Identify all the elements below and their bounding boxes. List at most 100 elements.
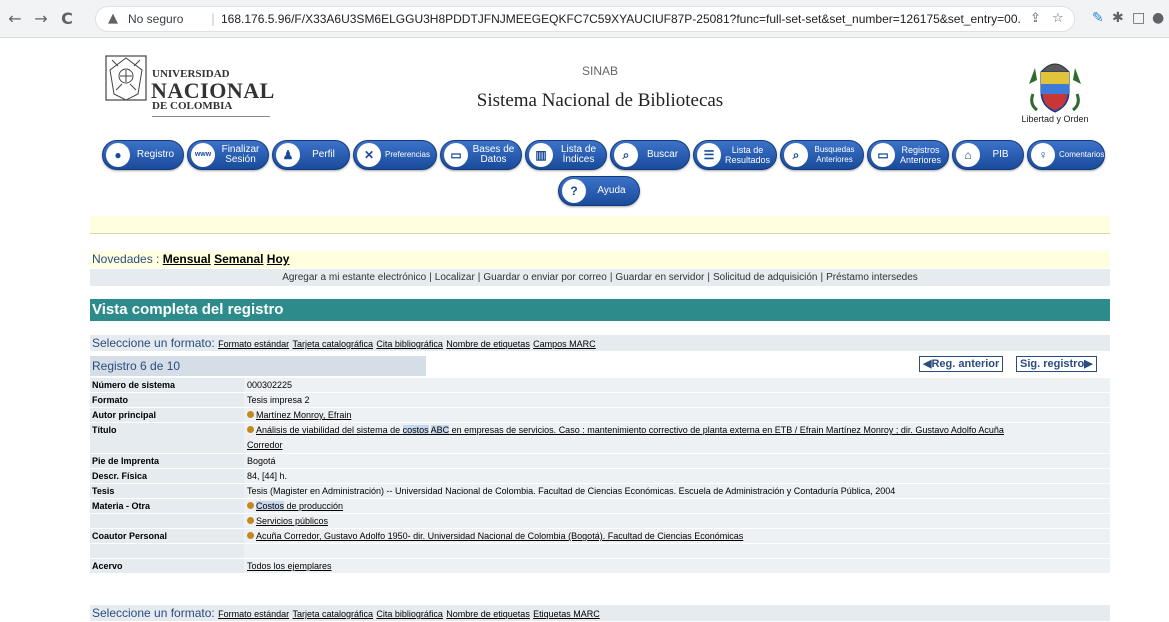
bases-de-datos-button[interactable]: ▭ Bases de Datos <box>440 140 522 170</box>
forward-icon[interactable]: → <box>32 10 50 28</box>
help-icon: ? <box>562 179 586 203</box>
field-value: Servicios públicos <box>247 514 1110 528</box>
format-cita-link[interactable]: Cita bibliográfica <box>376 609 443 619</box>
comentarios-button[interactable]: ♀ Comentarios <box>1027 140 1105 170</box>
format-label: Seleccione un formato: <box>92 336 215 350</box>
materia-part: de producción <box>284 501 344 511</box>
feather-icon[interactable]: ✎ <box>1092 10 1104 26</box>
field-label: Acervo <box>90 559 244 573</box>
registros-anteriores-button[interactable]: ▭ Registros Anteriores <box>867 140 949 170</box>
search-icon: ⌕ <box>614 143 638 167</box>
action-localizar[interactable]: Localizar <box>435 272 475 283</box>
bullet-icon <box>247 411 254 418</box>
action-solicitud-adquisicion[interactable]: Solicitud de adquisición <box>713 272 818 283</box>
back-icon[interactable]: ← <box>6 10 24 28</box>
actions-bar: Agregar a mi estante electrónico | Localiz… <box>90 269 1110 286</box>
reload-icon[interactable]: C <box>58 10 76 28</box>
sidepanel-icon[interactable]: □ <box>1132 10 1145 26</box>
format-selector-bottom: Seleccione un formato: Formato estándar … <box>90 605 1110 621</box>
autor-link[interactable]: Martínez Monroy, Efrain <box>256 410 351 420</box>
registro-button[interactable]: ● Registro <box>102 140 184 170</box>
busquedas-anteriores-button[interactable]: ⌕ Busquedas Anteriores <box>780 140 864 170</box>
novedades-semanal-link[interactable]: Semanal <box>214 252 263 266</box>
novedades-mensual-link[interactable]: Mensual <box>163 252 211 266</box>
table-row: Servicios públicos <box>90 514 1110 529</box>
ayuda-button[interactable]: ? Ayuda <box>558 176 640 206</box>
format-marc-link[interactable]: Etiquetas MARC <box>533 609 600 619</box>
profile-icon[interactable]: ● <box>1152 10 1164 26</box>
field-label: Formato <box>90 393 244 407</box>
prev-record-button[interactable]: ◀Reg. anterior <box>919 356 1004 372</box>
button-label: Buscar <box>646 149 679 160</box>
format-estandar-link[interactable]: Formato estándar <box>218 339 289 349</box>
pib-button[interactable]: ⌂ PIB <box>952 140 1024 170</box>
field-label <box>90 544 244 558</box>
titulo-part: Análisis de viabilidad del sistema de <box>256 425 403 435</box>
format-etiquetas-link[interactable]: Nombre de etiquetas <box>446 339 530 349</box>
table-row <box>90 544 1110 559</box>
table-row: Descr. Física 84, [44] h. <box>90 469 1110 484</box>
header: UNIVERSIDAD NACIONAL DE COLOMBIA SINAB S… <box>90 40 1110 215</box>
titulo-link[interactable]: Análisis de viabilidad del sistema de co… <box>247 425 1004 450</box>
titulo-part: en empresas de servicios. Caso : manteni… <box>449 425 1004 435</box>
field-value: Bogotá <box>247 456 276 466</box>
format-label: Seleccione un formato: <box>92 606 215 620</box>
records-icon: ▭ <box>871 143 895 167</box>
tools-icon: ✕ <box>357 143 381 167</box>
button-label: PIB <box>992 149 1009 160</box>
finalizar-sesion-button[interactable]: www Finalizar Sesión <box>187 140 269 170</box>
warning-icon[interactable]: ▲ <box>108 11 118 26</box>
format-estandar-link[interactable]: Formato estándar <box>218 609 289 619</box>
list-icon: ☰ <box>697 143 721 167</box>
preferencias-button[interactable]: ✕ Preferencias <box>353 140 437 170</box>
person-icon: ♟ <box>276 143 300 167</box>
format-marc-link[interactable]: Campos MARC <box>533 339 596 349</box>
field-label: Pie de Imprenta <box>90 454 244 468</box>
coat-of-arms-icon <box>1029 63 1081 113</box>
address-bar[interactable]: ▲ No seguro | 168.176.5.96/F/X33A6U3SM6E… <box>95 6 1075 32</box>
novedades-bar: Novedades : Mensual Semanal Hoy <box>90 251 1110 268</box>
acervo-link[interactable]: Todos los ejemplares <box>247 561 332 571</box>
format-tarjeta-link[interactable]: Tarjeta catalográfica <box>292 609 373 619</box>
materia-servicios-link[interactable]: Servicios públicos <box>256 516 328 526</box>
security-label[interactable]: No seguro <box>128 12 183 26</box>
table-row: Acervo Todos los ejemplares <box>90 559 1110 574</box>
button-label: Ayuda <box>597 185 626 196</box>
field-value: Tesis impresa 2 <box>247 395 310 405</box>
perfil-button[interactable]: ♟ Perfil <box>272 140 350 170</box>
field-label <box>90 514 244 528</box>
field-value: 000302225 <box>247 380 293 390</box>
action-agregar-estante[interactable]: Agregar a mi estante electrónico <box>282 272 426 283</box>
next-record-button[interactable]: Sig. registro▶ <box>1016 356 1097 372</box>
format-etiquetas-link[interactable]: Nombre de etiquetas <box>446 609 530 619</box>
page: UNIVERSIDAD NACIONAL DE COLOMBIA SINAB S… <box>90 40 1110 622</box>
puzzle-icon[interactable]: ✱ <box>1112 10 1124 26</box>
table-row: Materia - Otra Costos de producción <box>90 499 1110 514</box>
novedades-label: Novedades : <box>92 252 160 266</box>
field-label: Número de sistema <box>90 378 244 392</box>
nav-toolbar: ● Registro www Finalizar Sesión ♟ Perfil… <box>102 140 1105 170</box>
action-guardar-servidor[interactable]: Guardar en servidor <box>615 272 704 283</box>
format-tarjeta-link[interactable]: Tarjeta catalográfica <box>292 339 373 349</box>
star-icon[interactable]: ☆ <box>1052 11 1064 26</box>
lista-indices-button[interactable]: ▥ Lista de Índices <box>525 140 607 170</box>
record-counter: Registro 6 de 10 <box>90 356 426 376</box>
action-guardar-enviar[interactable]: Guardar o enviar por correo <box>483 272 606 283</box>
materia-highlight: Costos <box>256 501 285 511</box>
share-icon[interactable]: ⇪ <box>1030 11 1041 26</box>
action-prestamo-intersedes[interactable]: Préstamo intersedes <box>826 272 918 283</box>
field-value: Análisis de viabilidad del sistema de co… <box>247 423 1110 453</box>
search-history-icon: ⌕ <box>784 143 808 167</box>
button-label: Lista de Índices <box>560 144 597 165</box>
novedades-hoy-link[interactable]: Hoy <box>267 252 290 266</box>
lista-resultados-button[interactable]: ☰ Lista de Resultados <box>693 140 777 170</box>
materia-costos-link[interactable]: Costos de producción <box>256 501 343 511</box>
browser-toolbar: ← → C ▲ No seguro | 168.176.5.96/F/X33A6… <box>0 0 1169 38</box>
sinab-label: SINAB <box>581 64 618 78</box>
bullet-icon <box>247 532 254 539</box>
field-label: Título <box>90 423 244 453</box>
url-text[interactable]: 168.176.5.96/F/X33A6U3SM6ELGGU3H8PDDTJFN… <box>221 12 1021 26</box>
coautor-link[interactable]: Acuña Corredor, Gustavo Adolfo 1950- dir… <box>256 531 743 541</box>
format-cita-link[interactable]: Cita bibliográfica <box>376 339 443 349</box>
buscar-button[interactable]: ⌕ Buscar <box>610 140 690 170</box>
